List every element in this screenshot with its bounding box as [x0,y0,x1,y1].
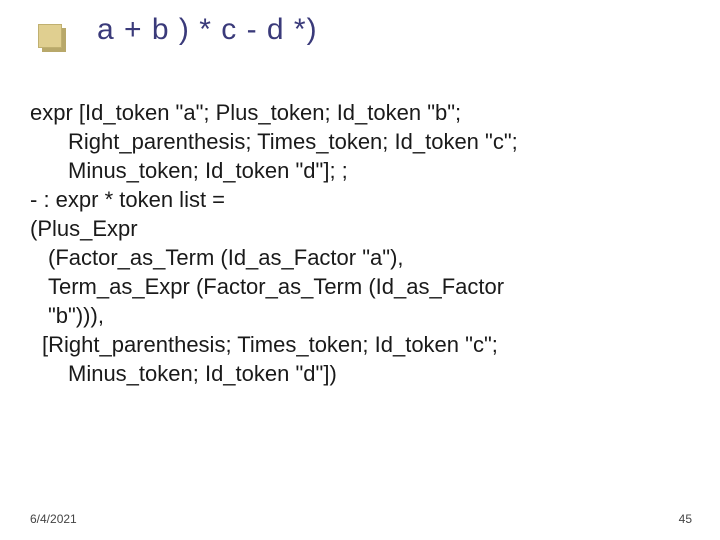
body-line: Minus_token; Id_token "d"]) [30,359,690,388]
footer-page-number: 45 [679,512,692,526]
body-line: Minus_token; Id_token "d"]; ; [30,156,690,185]
body-line: (Plus_Expr [30,214,690,243]
slide: a + b ) * c - d *) expr [Id_token "a"; P… [0,0,720,540]
body-line: Term_as_Expr (Factor_as_Term (Id_as_Fact… [30,272,690,301]
footer-date: 6/4/2021 [30,512,77,526]
slide-body: expr [Id_token "a"; Plus_token; Id_token… [30,98,690,388]
title-bullet-icon [38,24,62,48]
body-line: - : expr * token list = [30,185,690,214]
slide-title: a + b ) * c - d *) [97,13,318,47]
body-line: expr [Id_token "a"; Plus_token; Id_token… [30,98,690,127]
body-line: "b"))), [30,301,690,330]
body-line: (Factor_as_Term (Id_as_Factor "a"), [30,243,690,272]
body-line: Right_parenthesis; Times_token; Id_token… [30,127,690,156]
body-line: [Right_parenthesis; Times_token; Id_toke… [30,330,690,359]
